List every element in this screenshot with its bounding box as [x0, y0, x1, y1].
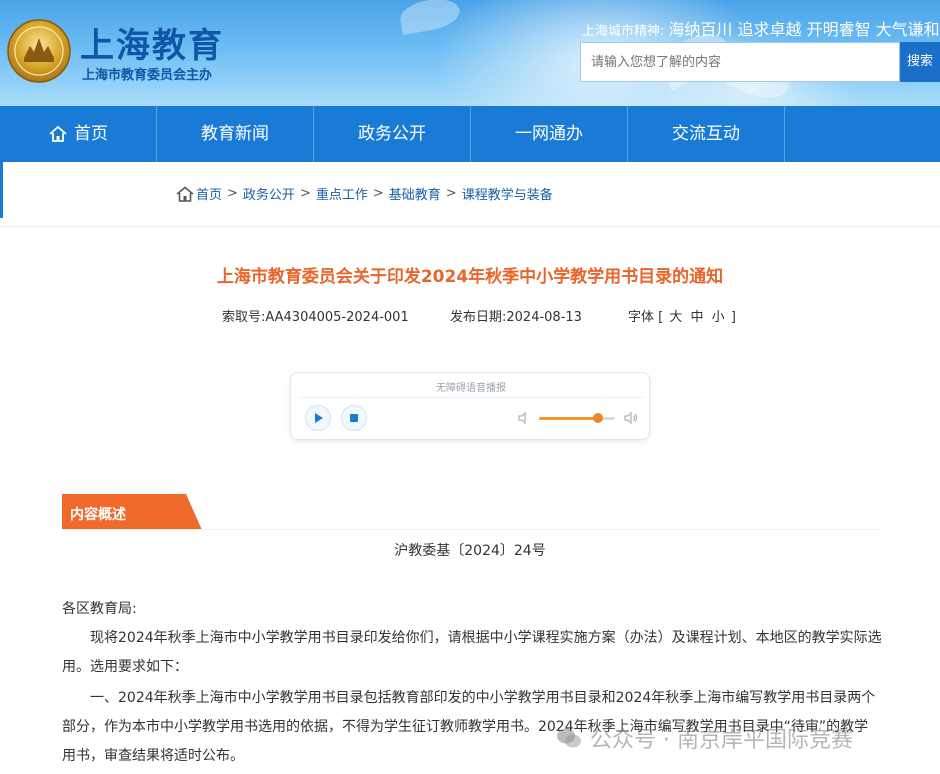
- site-title[interactable]: 上海教育: [80, 18, 224, 67]
- breadcrumb-link-basic-education[interactable]: 基础教育: [389, 184, 441, 203]
- volume-slider-fill: [539, 417, 599, 420]
- salutation: 各区教育局:: [62, 601, 137, 617]
- breadcrumb-link-curriculum[interactable]: 课程教学与装备: [462, 184, 553, 203]
- divider: [0, 226, 940, 227]
- nav-item-one-stop-service[interactable]: 一网通办: [471, 106, 628, 162]
- site-subtitle: 上海市教育委员会主办: [82, 68, 213, 83]
- tab-content-summary[interactable]: 内容概述: [62, 494, 202, 530]
- volume-slider-handle[interactable]: [593, 413, 604, 423]
- search-input[interactable]: [581, 43, 899, 81]
- site-header: 上海教育 上海市教育委员会主办 上海城市精神: 海纳百川 追求卓越 开明睿智 大气…: [0, 0, 940, 106]
- index-number: 索取号:AA4304005-2024-001: [222, 306, 409, 325]
- breadcrumb-separator: >: [227, 186, 238, 201]
- motto-text: 海纳百川 追求卓越 开明睿智 大气谦和: [668, 20, 940, 39]
- audio-player: 无障碍语音播报: [290, 372, 650, 440]
- watermark: 公众号 · 南京岸平国际竞赛: [556, 722, 853, 754]
- watermark-text: 公众号 · 南京岸平国际竞赛: [590, 728, 853, 753]
- article-title: 上海市教育委员会关于印发2024年秋季中小学教学用书目录的通知: [216, 267, 724, 287]
- city-motto: 上海城市精神: 海纳百川 追求卓越 开明睿智 大气谦和: [582, 16, 940, 40]
- stop-button[interactable]: [341, 405, 367, 431]
- search-button[interactable]: 搜索: [900, 42, 940, 82]
- breadcrumb-link-key-work[interactable]: 重点工作: [316, 184, 368, 203]
- breadcrumb-separator: >: [445, 186, 457, 201]
- volume-high-icon[interactable]: [623, 410, 639, 426]
- divider: [62, 529, 882, 530]
- nav-item-government-affairs[interactable]: 政务公开: [314, 106, 471, 162]
- play-icon: [315, 413, 323, 423]
- font-size-large[interactable]: 大: [669, 310, 682, 325]
- play-button[interactable]: [305, 405, 331, 431]
- body-paragraph: 现将2024年秋季上海市中小学教学用书目录印发给你们，请根据中小学课程实施方案（…: [62, 630, 882, 675]
- stop-icon: [350, 414, 358, 422]
- home-icon[interactable]: [176, 185, 194, 202]
- search-box: [580, 42, 900, 82]
- audio-player-label: 无障碍语音播报: [436, 383, 506, 394]
- nav-item-label: 首页: [74, 124, 108, 144]
- font-size-medium[interactable]: 中: [691, 310, 704, 325]
- breadcrumb-link-home[interactable]: 首页: [196, 184, 222, 203]
- publish-date: 发布日期:2024-08-13: [450, 306, 582, 325]
- document-number: 沪教委基〔2024〕24号: [394, 543, 546, 559]
- motto-label: 上海城市精神:: [582, 24, 665, 39]
- volume-slider[interactable]: [539, 413, 615, 423]
- nav-item-home[interactable]: 首页: [0, 106, 157, 162]
- breadcrumb: 首页 > 政务公开 > 重点工作 > 基础教育 > 课程教学与装备: [176, 184, 553, 203]
- wechat-icon: [557, 728, 581, 748]
- volume-low-icon[interactable]: [517, 411, 531, 425]
- main-nav: 首页 教育新闻 政务公开 一网通办 交流互动: [0, 106, 940, 162]
- nav-item-interaction[interactable]: 交流互动: [628, 106, 785, 162]
- divider: [299, 397, 643, 398]
- index-label: 索取号:: [222, 310, 266, 325]
- breadcrumb-separator: >: [372, 186, 384, 201]
- font-size-switcher: 字体 [ 大 中 小 ]: [628, 310, 736, 325]
- date-label: 发布日期:: [450, 310, 507, 325]
- index-value: AA4304005-2024-001: [265, 310, 409, 325]
- font-size-small[interactable]: 小: [712, 310, 725, 325]
- nav-edge: [0, 162, 3, 218]
- breadcrumb-link-government-affairs[interactable]: 政务公开: [243, 184, 295, 203]
- logo-emblem-icon[interactable]: [6, 18, 72, 84]
- date-value: 2024-08-13: [506, 310, 582, 325]
- font-size-label: 字体: [628, 310, 655, 325]
- nav-item-education-news[interactable]: 教育新闻: [157, 106, 314, 162]
- breadcrumb-separator: >: [299, 186, 311, 201]
- home-icon: [49, 125, 67, 142]
- tab-label: 内容概述: [70, 507, 126, 523]
